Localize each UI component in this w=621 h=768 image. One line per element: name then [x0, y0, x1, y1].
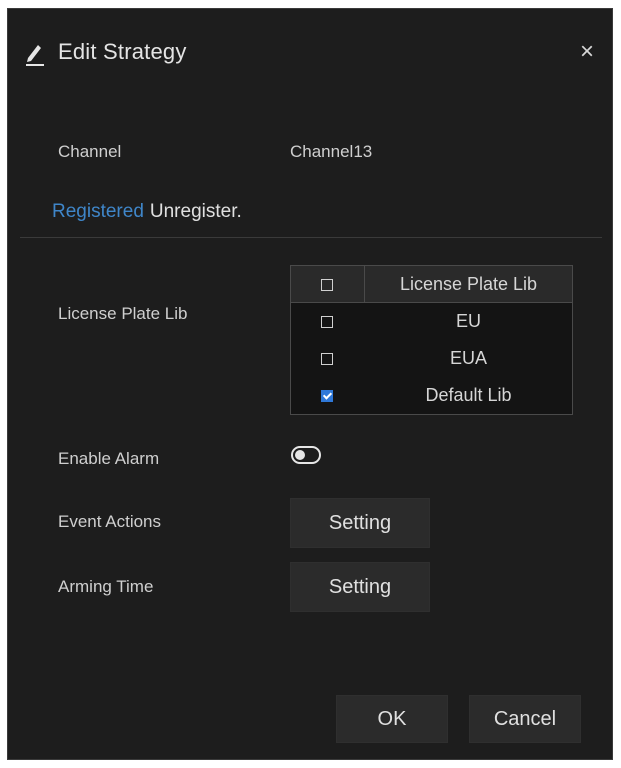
ok-button[interactable]: OK — [336, 695, 448, 743]
dialog-title: Edit Strategy — [58, 39, 187, 64]
enable-alarm-toggle[interactable] — [291, 446, 321, 464]
arming-time-setting-button[interactable]: Setting — [290, 562, 430, 612]
event-actions-label: Event Actions — [58, 512, 162, 531]
table-row[interactable]: EU — [291, 303, 572, 340]
row-checkbox-default-lib[interactable] — [321, 390, 333, 402]
lib-name: Default Lib — [425, 385, 512, 405]
lib-name: EU — [455, 311, 481, 331]
cancel-button[interactable]: Cancel — [469, 695, 581, 743]
license-plate-lib-table: License Plate Lib EU EUA Default Lib — [290, 265, 573, 415]
table-row[interactable]: EUA — [291, 340, 572, 377]
arming-time-label: Arming Time — [58, 577, 154, 596]
row-checkbox-eua[interactable] — [321, 353, 333, 365]
column-header: License Plate Lib — [399, 274, 538, 294]
edit-strategy-dialog: Edit Strategy × Channel Channel13 Regist… — [7, 8, 613, 760]
dialog-header: Edit Strategy × — [8, 9, 612, 97]
row-checkbox-eu[interactable] — [321, 316, 333, 328]
channel-value: Channel13 — [290, 142, 373, 161]
divider — [20, 237, 602, 238]
license-plate-lib-label: License Plate Lib — [58, 304, 188, 323]
tab-bar: Registered Unregister. — [52, 201, 242, 223]
lib-name: EUA — [449, 348, 487, 368]
toggle-knob — [295, 450, 305, 460]
event-actions-setting-button[interactable]: Setting — [290, 498, 430, 548]
tab-registered[interactable]: Registered — [52, 201, 144, 222]
tab-unregister[interactable]: Unregister. — [150, 201, 242, 222]
header-check-cell — [291, 266, 365, 302]
select-all-checkbox[interactable] — [321, 279, 333, 291]
table-row[interactable]: Default Lib — [291, 377, 572, 414]
close-icon[interactable]: × — [574, 39, 600, 65]
enable-alarm-label: Enable Alarm — [58, 449, 160, 468]
pencil-icon — [24, 41, 46, 67]
channel-label: Channel — [58, 142, 122, 161]
table-header-row: License Plate Lib — [291, 266, 572, 303]
